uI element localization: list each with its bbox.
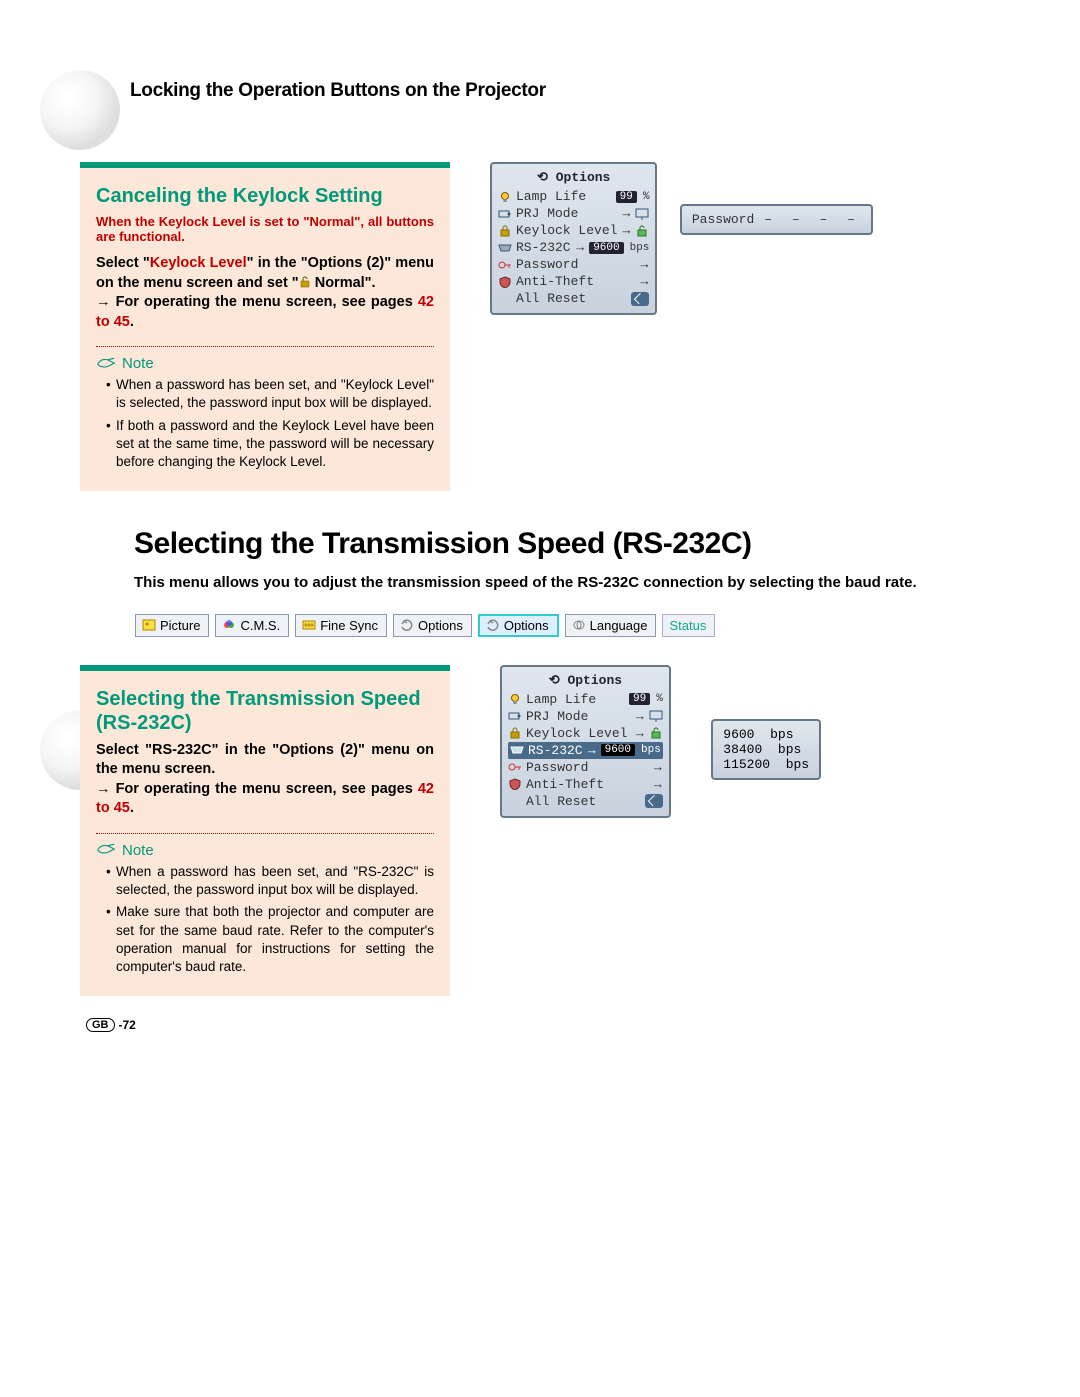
tab-status[interactable]: Status — [662, 614, 715, 637]
lock-icon — [508, 727, 522, 739]
section1-title: Canceling the Keylock Setting — [96, 184, 434, 208]
note-item: When a password has been set, and "RS-23… — [106, 863, 434, 899]
password-dots: – – – – — [764, 212, 861, 227]
osd-all-reset: All Reset — [498, 290, 649, 307]
osd-prj-mode: PRJ Mode → — [498, 205, 649, 222]
lock-open-icon — [635, 225, 649, 237]
section1-instruction: Select "Keylock Level" in the "Options (… — [96, 254, 434, 332]
key-icon — [498, 259, 512, 271]
section2-title: Selecting the Transmission Speed (RS-232… — [96, 687, 434, 735]
osd-anti-theft: Anti-Theft → — [498, 273, 649, 290]
note-list-1: When a password has been set, and "Keylo… — [96, 376, 434, 471]
osd-lamp-life: Lamp Life 99 % — [498, 188, 649, 205]
section-selecting-speed: Selecting the Transmission Speed (RS-232… — [80, 665, 450, 997]
tab-language[interactable]: Language — [565, 614, 657, 637]
language-icon — [572, 619, 586, 631]
options-icon — [400, 619, 414, 631]
lock-open-icon — [299, 276, 311, 288]
tab-finesync[interactable]: Fine Sync — [295, 614, 387, 637]
osd-keylock-level: Keylock Level → — [498, 222, 649, 239]
baud-option: 115200 bps — [723, 757, 809, 772]
serial-port-icon — [498, 242, 512, 254]
screen-icon — [649, 710, 663, 722]
osd-rs232c-selected: RS-232C → 9600 bps — [508, 742, 663, 759]
cms-icon — [222, 619, 236, 631]
separator-dotted — [96, 833, 434, 834]
section2-instruction: Select "RS-232C" in the "Options (2)" me… — [96, 741, 434, 819]
osd-password: Password → — [508, 759, 663, 776]
note-item: If both a password and the Keylock Level… — [106, 417, 434, 472]
gb-badge: GB — [86, 1018, 115, 1032]
projector-icon — [498, 208, 512, 220]
lock-icon — [498, 225, 512, 237]
osd-options-panel-2: ⟲ Options Lamp Life 99 % PRJ Mode → — [500, 665, 671, 818]
note-item: When a password has been set, and "Keylo… — [106, 376, 434, 412]
menu-tabs: Picture C.M.S. Fine Sync Options Options… — [135, 614, 1000, 637]
screen-icon — [635, 208, 649, 220]
osd-password: Password → — [498, 256, 649, 273]
osd-options-panel-1: ⟲ Options Lamp Life 99 % PRJ Mode → Keyl… — [490, 162, 657, 315]
shield-icon — [508, 778, 522, 790]
reset-icon — [631, 292, 649, 306]
note-list-2: When a password has been set, and "RS-23… — [96, 863, 434, 976]
options-icon — [486, 619, 500, 631]
osd-all-reset: All Reset — [508, 793, 663, 810]
reset-icon — [645, 794, 663, 808]
osd-prj-mode: PRJ Mode → — [508, 708, 663, 725]
finesync-icon — [302, 619, 316, 631]
shield-icon — [498, 276, 512, 288]
section-canceling-keylock: Canceling the Keylock Setting When the K… — [80, 162, 450, 491]
note-pen-icon — [96, 356, 116, 372]
osd-title: ⟲ Options — [498, 168, 649, 188]
note-heading-1: Note — [96, 355, 434, 372]
osd-keylock-level: Keylock Level → — [508, 725, 663, 742]
key-icon — [508, 761, 522, 773]
page-number: GB -72 — [86, 1018, 1000, 1032]
tab-picture[interactable]: Picture — [135, 614, 209, 637]
osd-lamp-life: Lamp Life 99 % — [508, 691, 663, 708]
serial-port-icon — [510, 744, 524, 756]
password-input-panel: Password– – – – — [680, 204, 873, 235]
baud-option: 38400 bps — [723, 742, 809, 757]
main-description: This menu allows you to adjust the trans… — [134, 573, 1000, 593]
lamp-icon — [498, 191, 512, 203]
osd-title: ⟲ Options — [508, 671, 663, 691]
note-heading-2: Note — [96, 842, 434, 859]
baud-option: 9600 bps — [723, 727, 809, 742]
tab-options-2[interactable]: Options — [478, 614, 559, 637]
lamp-icon — [508, 693, 522, 705]
note-item: Make sure that both the projector and co… — [106, 903, 434, 976]
lock-open-icon — [649, 727, 663, 739]
main-heading: Selecting the Transmission Speed (RS-232… — [134, 527, 1000, 561]
separator-dotted — [96, 346, 434, 347]
note-pen-icon — [96, 842, 116, 858]
page-header: Locking the Operation Buttons on the Pro… — [130, 80, 1000, 102]
section1-intro: When the Keylock Level is set to "Normal… — [96, 214, 434, 244]
picture-icon — [142, 619, 156, 631]
osd-rs232c: RS-232C → 9600 bps — [498, 239, 649, 256]
keylock-level-hl: Keylock Level — [150, 255, 247, 271]
tab-cms[interactable]: C.M.S. — [215, 614, 289, 637]
tab-options-1[interactable]: Options — [393, 614, 472, 637]
projector-icon — [508, 710, 522, 722]
baud-options-panel: 9600 bps 38400 bps 115200 bps — [711, 719, 821, 780]
decor-sphere-1 — [40, 70, 120, 150]
osd-anti-theft: Anti-Theft → — [508, 776, 663, 793]
